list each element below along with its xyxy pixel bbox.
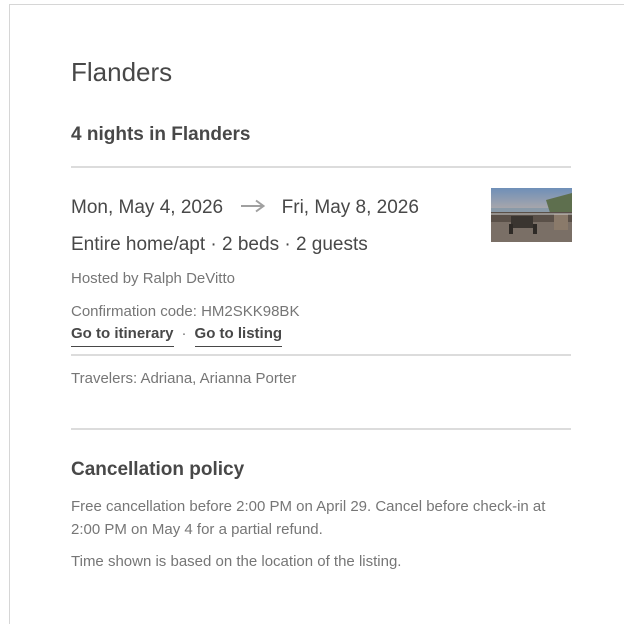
reservation-links: Go to itinerary · Go to listing (71, 325, 283, 347)
reservation-card: Flanders 4 nights in Flanders Mon, May 4… (9, 4, 624, 624)
travelers-line: Travelers: Adriana, Arianna Porter (71, 370, 297, 387)
divider (71, 166, 571, 168)
check-out-date: Fri, May 8, 2026 (281, 197, 419, 219)
page-title: Flanders (71, 57, 173, 87)
go-to-listing-link[interactable]: Go to listing (194, 325, 283, 347)
cancellation-policy-heading: Cancellation policy (71, 459, 245, 480)
go-to-itinerary-link[interactable]: Go to itinerary (71, 325, 174, 347)
divider (71, 428, 571, 430)
link-separator: · (181, 325, 187, 342)
listing-summary: Entire home/apt · 2 beds · 2 guests (71, 234, 368, 255)
divider (71, 354, 571, 356)
host-line: Hosted by Ralph DeVitto (71, 270, 235, 287)
stay-length-heading: 4 nights in Flanders (71, 124, 251, 145)
cancellation-policy-text: Free cancellation before 2:00 PM on Apri… (71, 498, 546, 538)
check-in-date: Mon, May 4, 2026 (71, 197, 224, 219)
timezone-note: Time shown is based on the location of t… (71, 553, 402, 570)
right-arrow-icon (240, 197, 266, 219)
stay-dates: Mon, May 4, 2026 Fri, May 8, 2026 (71, 197, 419, 219)
confirmation-code: Confirmation code: HM2SKK98BK (71, 303, 300, 320)
listing-photo[interactable] (491, 188, 572, 242)
